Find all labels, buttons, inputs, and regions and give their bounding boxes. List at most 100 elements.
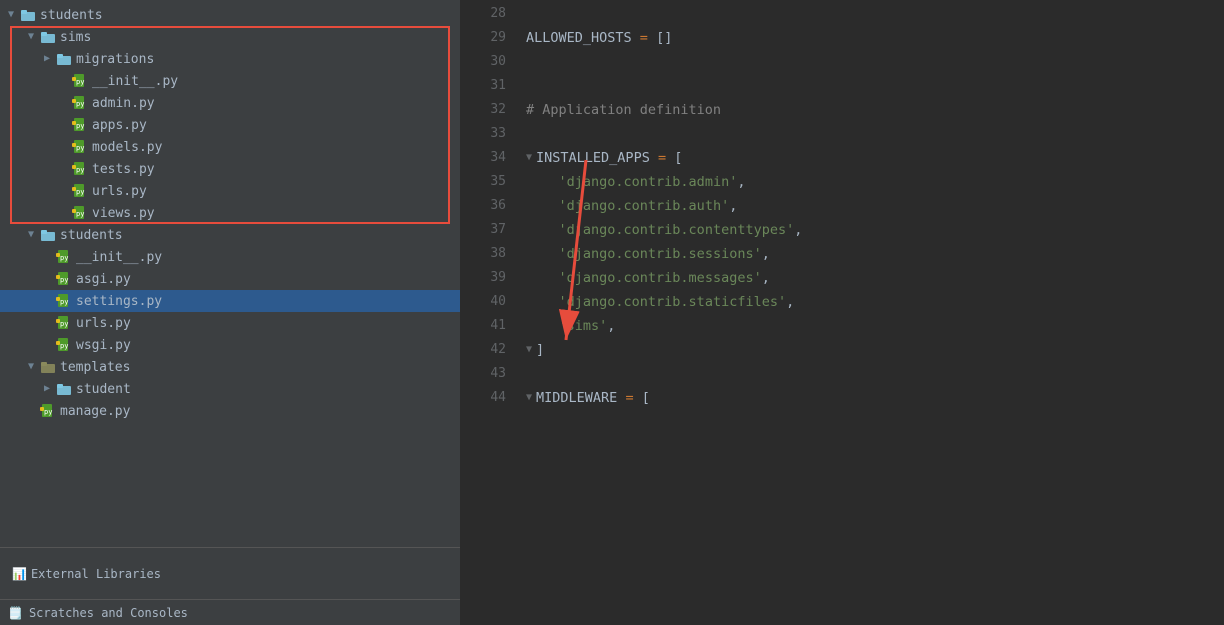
fold-indicator-44[interactable]: ▼ bbox=[526, 386, 532, 410]
bar-chart-icon: 📊 bbox=[12, 567, 27, 581]
expand-arrow bbox=[24, 360, 38, 374]
sidebar-item-students-root[interactable]: students bbox=[0, 4, 460, 26]
token: ALLOWED_HOSTS bbox=[526, 26, 632, 50]
python-file-icon: py bbox=[72, 161, 88, 177]
sidebar-item-asgi-py[interactable]: py asgi.py bbox=[0, 268, 460, 290]
line-num-35: 35 bbox=[466, 170, 506, 194]
sidebar-item-urls-py-sims[interactable]: py urls.py bbox=[0, 180, 460, 202]
folder-icon bbox=[40, 359, 56, 375]
sidebar-item-urls-py-students[interactable]: py urls.py bbox=[0, 312, 460, 334]
line-num-38: 38 bbox=[466, 242, 506, 266]
code-line-34: ▼ INSTALLED_APPS = [ bbox=[526, 146, 1224, 170]
item-label: apps.py bbox=[92, 118, 147, 133]
token: 'django.contrib.messages' bbox=[559, 266, 762, 290]
fold-indicator-42[interactable]: ▼ bbox=[526, 338, 532, 362]
token: , bbox=[762, 242, 770, 266]
token: # Application definition bbox=[526, 98, 721, 122]
python-file-icon: py bbox=[72, 73, 88, 89]
sidebar-item-tests-py[interactable]: py tests.py bbox=[0, 158, 460, 180]
token: = bbox=[617, 386, 641, 410]
sidebar-item-sims[interactable]: sims bbox=[0, 26, 460, 48]
sidebar-item-manage-py[interactable]: py manage.py bbox=[0, 400, 460, 422]
code-line-36: 'django.contrib.auth' , bbox=[526, 194, 1224, 218]
token: , bbox=[762, 266, 770, 290]
item-label: students bbox=[60, 228, 123, 243]
sidebar-item-migrations[interactable]: migrations bbox=[0, 48, 460, 70]
token: [] bbox=[656, 26, 672, 50]
python-file-icon: py bbox=[56, 337, 72, 353]
code-line-42: ▼ ] bbox=[526, 338, 1224, 362]
token: , bbox=[786, 290, 794, 314]
token: 'sims' bbox=[559, 314, 608, 338]
line-num-37: 37 bbox=[466, 218, 506, 242]
sims-section: sims migrations py bbox=[0, 26, 460, 224]
svg-text:py: py bbox=[76, 144, 84, 152]
expand-arrow bbox=[40, 382, 54, 396]
token: ] bbox=[536, 338, 544, 362]
item-label: models.py bbox=[92, 140, 162, 155]
code-line-28 bbox=[526, 2, 1224, 26]
sidebar-item-student-folder[interactable]: student bbox=[0, 378, 460, 400]
sidebar-item-views-py[interactable]: py views.py bbox=[0, 202, 460, 224]
token: = bbox=[632, 26, 656, 50]
svg-text:py: py bbox=[60, 254, 68, 262]
line-num-31: 31 bbox=[466, 74, 506, 98]
line-num-42: 42 bbox=[466, 338, 506, 362]
scratches-panel[interactable]: 🗒️ Scratches and Consoles bbox=[0, 599, 460, 625]
svg-text:py: py bbox=[76, 210, 84, 218]
sidebar-item-templates[interactable]: templates bbox=[0, 356, 460, 378]
code-line-39: 'django.contrib.messages' , bbox=[526, 266, 1224, 290]
code-line-31 bbox=[526, 74, 1224, 98]
code-content[interactable]: ALLOWED_HOSTS = [] # Application definit… bbox=[516, 0, 1224, 625]
line-num-39: 39 bbox=[466, 266, 506, 290]
python-file-icon: py bbox=[72, 139, 88, 155]
code-line-41: 'sims' , bbox=[526, 314, 1224, 338]
sidebar-item-apps-py[interactable]: py apps.py bbox=[0, 114, 460, 136]
item-label: asgi.py bbox=[76, 272, 131, 287]
sidebar-item-models-py[interactable]: py models.py bbox=[0, 136, 460, 158]
code-line-35: 'django.contrib.admin' , bbox=[526, 170, 1224, 194]
svg-text:py: py bbox=[76, 78, 84, 86]
sidebar-item-init-py-sims[interactable]: py __init__.py bbox=[0, 70, 460, 92]
line-num-44: 44 bbox=[466, 386, 506, 410]
sidebar-item-wsgi-py[interactable]: py wsgi.py bbox=[0, 334, 460, 356]
code-area: 28 29 30 31 32 33 34 35 36 37 38 39 40 4… bbox=[466, 0, 1224, 625]
token: MIDDLEWARE bbox=[536, 386, 617, 410]
external-libraries-label: External Libraries bbox=[31, 567, 161, 581]
code-editor: 28 29 30 31 32 33 34 35 36 37 38 39 40 4… bbox=[466, 0, 1224, 625]
code-line-37: 'django.contrib.contenttypes' , bbox=[526, 218, 1224, 242]
line-num-29: 29 bbox=[466, 26, 506, 50]
item-label: wsgi.py bbox=[76, 338, 131, 353]
fold-indicator-34[interactable]: ▼ bbox=[526, 146, 532, 170]
sidebar-item-init-py-students[interactable]: py __init__.py bbox=[0, 246, 460, 268]
token bbox=[526, 170, 559, 194]
sidebar-item-admin-py[interactable]: py admin.py bbox=[0, 92, 460, 114]
python-file-icon: py bbox=[72, 205, 88, 221]
sidebar: students sims bbox=[0, 0, 460, 625]
item-label: templates bbox=[60, 360, 130, 375]
scratches-icon: 🗒️ bbox=[8, 606, 23, 620]
svg-text:py: py bbox=[76, 188, 84, 196]
token: , bbox=[737, 170, 745, 194]
sidebar-item-settings-py[interactable]: py settings.py bbox=[0, 290, 460, 312]
token: 'django.contrib.staticfiles' bbox=[559, 290, 787, 314]
line-num-33: 33 bbox=[466, 122, 506, 146]
svg-text:py: py bbox=[60, 276, 68, 284]
python-file-icon: py bbox=[72, 95, 88, 111]
token: 'django.contrib.sessions' bbox=[559, 242, 762, 266]
token: , bbox=[729, 194, 737, 218]
svg-text:py: py bbox=[60, 342, 68, 350]
file-tree: students sims bbox=[0, 0, 460, 547]
expand-arrow bbox=[40, 52, 54, 66]
python-file-icon: py bbox=[72, 183, 88, 199]
bottom-panel: 📊 External Libraries bbox=[0, 547, 460, 599]
token: , bbox=[607, 314, 615, 338]
item-label: students bbox=[40, 8, 103, 23]
python-file-icon: py bbox=[40, 403, 56, 419]
sidebar-item-students[interactable]: students bbox=[0, 224, 460, 246]
token: 'django.contrib.admin' bbox=[559, 170, 738, 194]
external-libraries-item[interactable]: 📊 External Libraries bbox=[8, 565, 452, 583]
token bbox=[526, 266, 559, 290]
svg-text:py: py bbox=[76, 166, 84, 174]
line-num-34: 34 bbox=[466, 146, 506, 170]
